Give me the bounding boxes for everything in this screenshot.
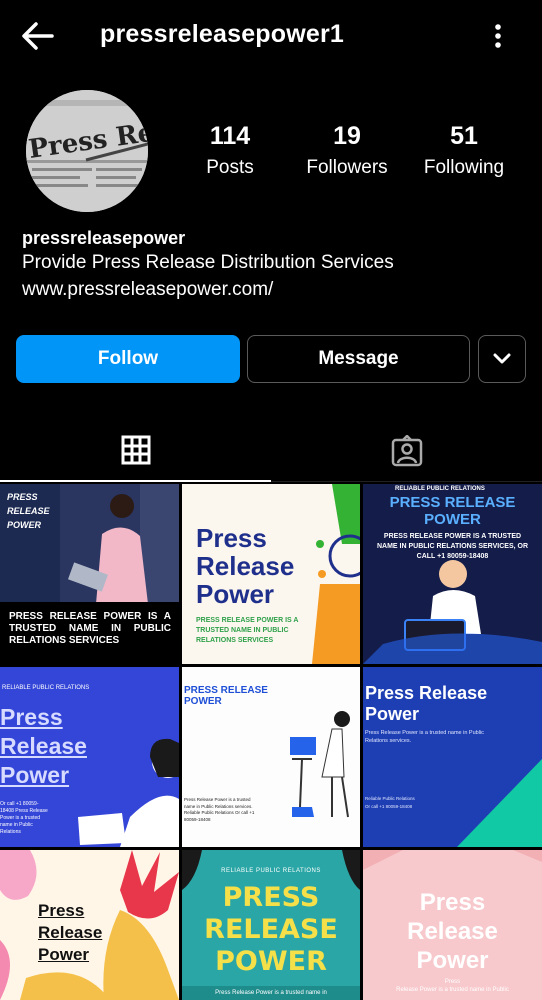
post-6-footer: Reliable Public Relations Or call +1 800… — [365, 796, 415, 809]
post-5-title: PRESS RELEASE POWER — [184, 685, 268, 707]
post-3-top: RELIABLE PUBLIC RELATIONS — [395, 486, 485, 492]
post-2-body: PRESS RELEASE POWER IS A TRUSTED NAME IN… — [196, 617, 299, 644]
profile-display-name: pressreleasepower — [22, 228, 186, 248]
grid-icon — [121, 435, 150, 465]
tagged-person-icon — [391, 434, 422, 466]
post-9-body: Press Release Power is a trusted name in… — [396, 979, 509, 993]
following-count[interactable]: 51 Following — [416, 122, 512, 179]
tab-posts-grid[interactable] — [0, 420, 271, 482]
back-arrow-icon[interactable] — [18, 18, 58, 54]
following-count-value: 51 — [450, 122, 478, 150]
post-1-tag: PRESS RELEASE POWER — [7, 492, 50, 530]
profile-description: Provide Press Release Distribution Servi… — [22, 252, 394, 273]
post-3-title: PRESS RELEASE POWER — [389, 494, 516, 528]
post-8-top: RELIABLE PUBLIC RELATIONS — [221, 868, 321, 874]
avatar[interactable]: Press Relea — [26, 90, 148, 212]
followers-count-label: Followers — [306, 157, 388, 178]
posts-count[interactable]: 114 Posts — [190, 122, 270, 179]
post-tile-6[interactable]: Press Release Power Press Release Power … — [363, 667, 542, 847]
post-9-title: Press Release Power — [407, 889, 498, 974]
following-count-label: Following — [423, 157, 505, 178]
post-5-body: Press Release Power is a trusted name in… — [184, 797, 255, 822]
post-1-caption: PRESS RELEASE POWER IS A TRUSTED NAME IN… — [9, 611, 171, 646]
posts-count-label: Posts — [206, 157, 254, 178]
post-tile-8[interactable]: RELIABLE PUBLIC RELATIONS PRESS RELEASE … — [182, 850, 360, 1000]
post-3-body: PRESS RELEASE POWER IS A TRUSTED NAME IN… — [376, 533, 529, 560]
post-6-title: Press Release Power — [365, 683, 488, 724]
followers-count[interactable]: 19 Followers — [300, 122, 394, 179]
follow-button[interactable]: Follow — [16, 335, 240, 383]
profile-website-link[interactable]: www.pressreleasepower.com/ — [22, 276, 522, 304]
posts-count-value: 114 — [209, 122, 251, 150]
post-tile-9[interactable]: Press Release Power Press Release Power … — [363, 850, 542, 1000]
chevron-down-icon — [493, 353, 511, 364]
post-4-body: Or call +1 80059-18408 Press Release Pow… — [0, 801, 48, 835]
post-tile-4[interactable]: RELIABLE PUBLIC RELATIONS Press Release … — [0, 667, 179, 847]
post-tile-5[interactable]: PRESS RELEASE POWER Press Release Power … — [182, 667, 360, 847]
post-6-body: Press Release Power is a trusted name in… — [365, 730, 484, 744]
posts-grid: PRESS RELEASE POWER PRESS RELEASE POWER … — [0, 484, 542, 1000]
post-tile-7[interactable]: Press Release Power — [0, 850, 179, 1000]
profile-username-title: pressreleasepower1 — [100, 20, 345, 48]
tab-tagged[interactable] — [271, 420, 542, 482]
profile-bio: pressreleasepower Provide Press Release … — [22, 226, 522, 304]
post-tile-1[interactable]: PRESS RELEASE POWER PRESS RELEASE POWER … — [0, 484, 179, 664]
post-8-title: PRESS RELEASE POWER — [204, 882, 338, 977]
post-tile-3[interactable]: RELIABLE PUBLIC RELATIONS PRESS RELEASE … — [363, 484, 542, 664]
message-button[interactable]: Message — [247, 335, 470, 383]
post-4-title: Press Release Power — [0, 704, 87, 788]
post-7-title: Press Release Power — [38, 901, 103, 964]
post-tile-2[interactable]: Press Release Power PRESS RELEASE POWER … — [182, 484, 360, 664]
post-8-body: Press Release Power is a trusted name in — [215, 990, 327, 996]
suggested-accounts-button[interactable] — [478, 335, 526, 383]
top-bar: pressreleasepower1 — [0, 0, 542, 72]
post-2-title: Press Release Power — [196, 523, 295, 609]
followers-count-value: 19 — [333, 122, 361, 150]
post-4-top: RELIABLE PUBLIC RELATIONS — [2, 685, 90, 691]
more-options-icon[interactable] — [484, 20, 512, 54]
